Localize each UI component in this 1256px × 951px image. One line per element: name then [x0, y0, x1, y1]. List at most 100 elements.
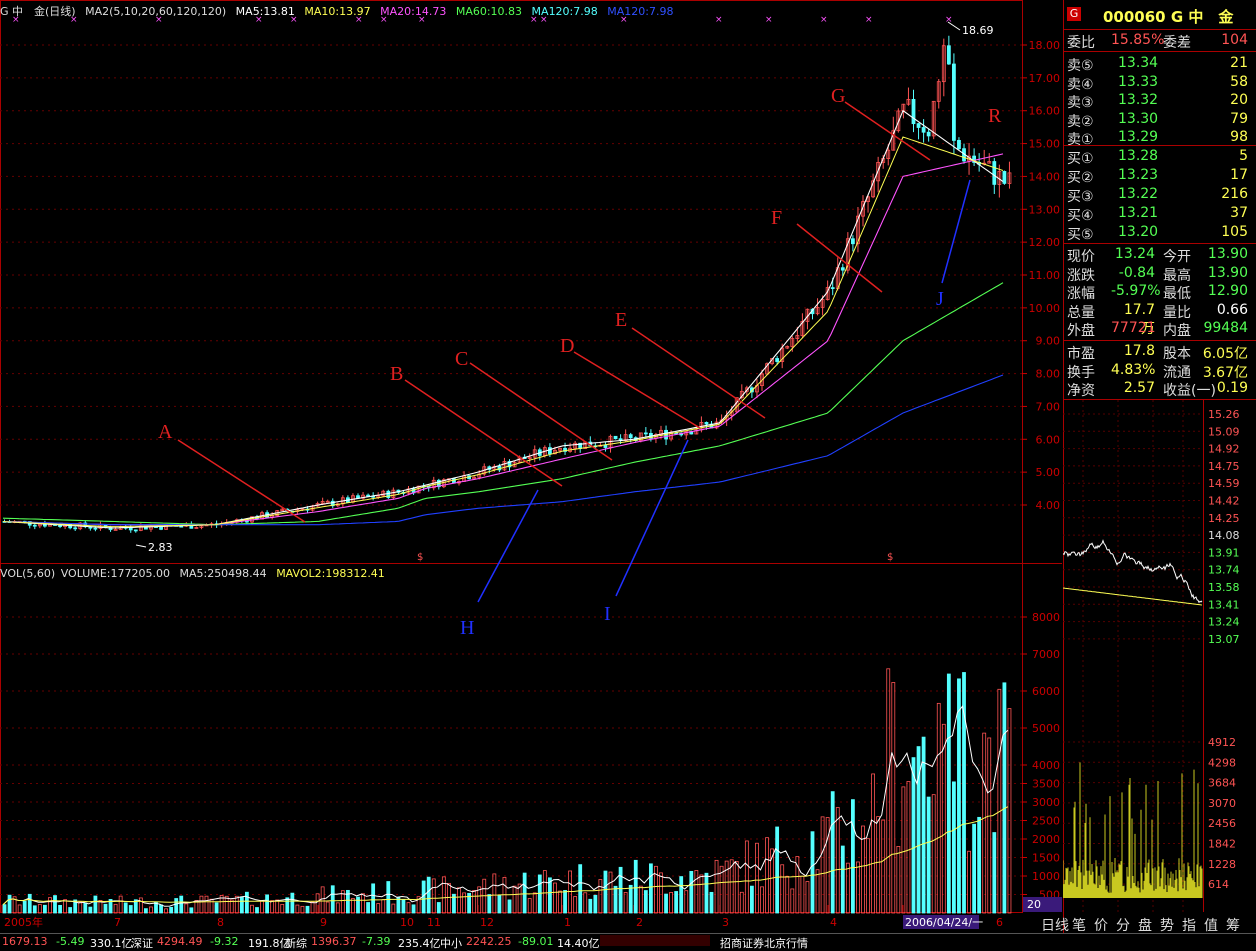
ask-row: 卖③ 13.32 20: [1063, 92, 1256, 111]
price-tick-label: 11.00: [1029, 269, 1061, 282]
sme-chg: -89.01: [518, 935, 554, 948]
volume-bar: [906, 781, 911, 914]
volume-bar: [128, 905, 133, 914]
volume-bar: [896, 846, 901, 914]
volume-bar: [805, 881, 810, 914]
vol-tick-label: 5000: [1032, 722, 1060, 735]
price-tick-label: 17.00: [1029, 72, 1061, 85]
tab-7[interactable]: 值: [1204, 915, 1218, 935]
intraday-vol-tick-label: 3684: [1208, 777, 1236, 790]
volume-bar: [285, 897, 290, 914]
fund-value: 0.19: [1216, 380, 1248, 396]
ma20-value: MA20:14.73: [380, 5, 447, 18]
quote-level-label: 卖①: [1067, 132, 1094, 148]
volume-bar: [891, 682, 896, 914]
quote-volume: 17: [1230, 167, 1248, 183]
intraday-tick-label: 13.91: [1208, 546, 1240, 559]
status-bar: 1679.13 -5.49 330.1亿 深证 4294.49 -9.32 19…: [0, 933, 1256, 950]
volume-bar: [88, 906, 93, 914]
tab-4[interactable]: 盘: [1138, 915, 1152, 935]
intraday-tick-label: 13.41: [1208, 598, 1240, 611]
candle-body: [921, 127, 926, 133]
quote-volume: 20: [1230, 92, 1248, 108]
volume-bar: [280, 903, 285, 914]
date-label: 12: [480, 916, 494, 929]
fund-value: 4.83%: [1111, 361, 1156, 378]
vol-ma60-line: [2, 806, 1009, 906]
market-bars: [600, 935, 710, 946]
quote-title: G 000060 G 中 金: [1063, 4, 1256, 26]
tab-3[interactable]: 分: [1116, 915, 1130, 935]
quote-level-label: 买②: [1067, 170, 1094, 186]
tab-0[interactable]: 日线: [1041, 915, 1069, 935]
event-marker: ×: [765, 15, 773, 25]
sme-amt: 14.40亿: [557, 937, 600, 950]
volume-bar: [588, 898, 593, 914]
intraday-tick-label: 14.75: [1208, 460, 1240, 473]
tab-5[interactable]: 势: [1160, 915, 1174, 935]
vol-ma5: MA5:250498.44: [179, 567, 267, 580]
tab-8[interactable]: 筹: [1226, 915, 1240, 935]
volume-bar: [53, 895, 57, 914]
sh-chg: -5.49: [56, 935, 85, 948]
sz-chg: -9.32: [210, 935, 239, 948]
candle-body: [93, 527, 98, 530]
new-chg: -7.39: [362, 935, 391, 948]
volume-bar: [275, 899, 280, 914]
volume-bar: [957, 678, 961, 914]
volume-bar: [810, 831, 815, 914]
intraday-tick-label: 13.74: [1208, 564, 1240, 577]
volume-bar: [972, 823, 976, 914]
volume-bar: [537, 874, 542, 914]
volume-bar: [17, 904, 22, 914]
candle-body: [926, 131, 931, 137]
tab-1[interactable]: 笔: [1072, 915, 1086, 935]
volume-bar: [214, 902, 219, 914]
intraday-vol-tick-label: 1842: [1208, 838, 1236, 851]
volume-bar: [290, 892, 295, 914]
stat-row: 现价 13.24 今开 13.90: [1063, 246, 1256, 265]
volume-bar: [931, 794, 936, 914]
kline-chart[interactable]: 2005年 7 8 9 10 11 12 1 2 3 4 2006/04/24/一 6 ABCDEFGR…: [0, 0, 1063, 933]
fund-value: 6.05亿: [1202, 346, 1248, 362]
intraday-tick-label: 13.24: [1208, 616, 1240, 629]
stat-row: 涨跌 -0.84 最高 13.90: [1063, 265, 1256, 284]
volume-bar: [977, 816, 982, 914]
vol-tick-label: 8000: [1032, 611, 1060, 624]
g-icon: G: [1067, 7, 1081, 21]
sh-index: 1679.13: [2, 935, 48, 948]
volume-bar: [320, 886, 325, 914]
fund-row: 净资 2.57 收益(一) 0.19: [1063, 380, 1256, 399]
volume-bar: [184, 903, 189, 914]
tab-2[interactable]: 价: [1094, 915, 1108, 935]
volume-bar: [780, 864, 785, 914]
tab-6[interactable]: 指: [1182, 915, 1196, 935]
price-tick-label: 18.00: [1029, 39, 1061, 52]
annotation-label-a: A: [158, 421, 173, 443]
volume-bar: [305, 905, 310, 914]
intraday-chart[interactable]: 15.26 15.09 14.92 14.75 14.59 14.42 14.25 14.08…: [1063, 400, 1256, 912]
candle-body: [603, 444, 608, 448]
panel-tabs: 日线笔价分盘势指值筹: [1041, 913, 1256, 935]
candle-body: [911, 98, 916, 125]
volume-bar: [255, 907, 259, 914]
volume-bar: [376, 903, 381, 914]
annotation-layer: A B C D E F G R H I J: [158, 85, 1002, 639]
quote-level-label: 买④: [1067, 208, 1094, 224]
intraday-tick-label: 14.59: [1208, 477, 1240, 490]
candle-body: [613, 435, 618, 440]
volume-bar: [830, 791, 835, 914]
volume-bar: [265, 894, 270, 914]
ma120-value: MA120:7.98: [531, 5, 598, 18]
annotation-label-b: B: [390, 363, 403, 385]
volume-bar: [462, 892, 466, 914]
intraday-avg-line: [1063, 587, 1203, 606]
intraday-vol-tick-label: 3070: [1208, 797, 1236, 810]
volume-bar: [492, 873, 497, 914]
quote-level-label: 买⑤: [1067, 227, 1094, 243]
volume-bar: [952, 781, 956, 914]
volume-bar: [169, 906, 174, 914]
bid-row: 买③ 13.22 216: [1063, 186, 1256, 205]
volume-bar: [22, 900, 27, 914]
volume-bar: [239, 896, 244, 914]
